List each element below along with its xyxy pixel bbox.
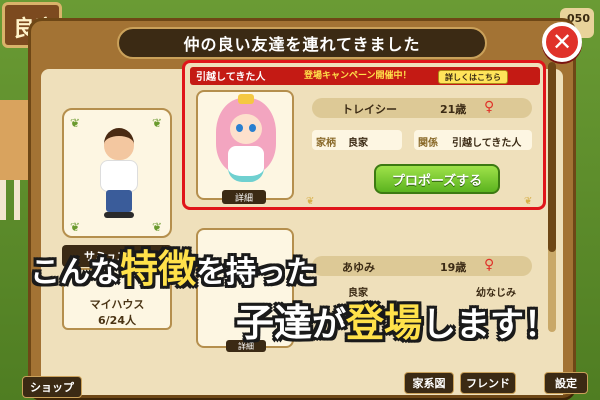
- promo-line-1: こんな特徴を持った: [30, 238, 316, 293]
- friend-avatar: [96, 128, 142, 220]
- candidate-name-pill: トレイシー 21歳 ♀: [312, 98, 532, 118]
- campaign-details-button[interactable]: 詳しくはこちら: [438, 70, 508, 84]
- candidate-2-age: 19歳: [440, 261, 467, 274]
- leaf-icon: ❦: [70, 116, 81, 130]
- promo-text: が: [312, 305, 347, 345]
- promo-text: を持った: [196, 255, 317, 290]
- candidate-2-name: あゆみ: [342, 261, 375, 274]
- propose-button[interactable]: プロポーズする: [374, 164, 500, 194]
- friend-count: 6/24人: [98, 314, 136, 327]
- candidate-name: トレイシー: [342, 103, 397, 116]
- campaign-notice: 登場キャンペーン開催中！: [304, 71, 412, 81]
- female-icon: ♀: [484, 99, 495, 115]
- leaf-icon: ❦: [152, 220, 163, 234]
- relation-key: 関係: [418, 138, 438, 149]
- candidate-portrait[interactable]: [196, 90, 294, 200]
- leaf-icon: ❦: [70, 220, 81, 234]
- relation-value: 引越してきた人: [452, 138, 522, 149]
- leaf-icon: ❦: [306, 196, 315, 207]
- family-key: 家柄: [316, 138, 336, 149]
- close-button[interactable]: ✕: [542, 22, 582, 62]
- leaf-icon: ❦: [524, 196, 533, 207]
- nav-settings-button[interactable]: 設定: [544, 372, 588, 394]
- promo-text: します！: [422, 305, 559, 345]
- friend-house-label: マイハウス: [89, 298, 145, 311]
- promo-highlight: 特徴: [120, 247, 197, 291]
- candidate-family-field: 家柄 良家: [312, 130, 402, 150]
- leaf-icon: ❦: [152, 116, 163, 130]
- list-scroll-thumb[interactable]: [548, 62, 556, 252]
- candidate-avatar: [216, 94, 276, 184]
- candidate-detail-button[interactable]: 詳細: [222, 190, 266, 204]
- friend-portrait-card: ❦ ❦ ❦ ❦: [62, 108, 172, 238]
- promo-line-2: 子達が登場します！: [236, 292, 558, 347]
- family-value: 良家: [348, 138, 368, 149]
- promo-text: 子達: [236, 301, 313, 345]
- candidate-tag: 引越してきた人: [196, 72, 266, 83]
- nav-friend-button[interactable]: フレンド: [460, 372, 516, 394]
- female-icon: ♀: [484, 257, 495, 273]
- close-icon: ✕: [551, 28, 573, 56]
- dialog-title: 仲の良い友達を連れてきました: [117, 27, 487, 59]
- promo-text: こんな: [30, 255, 120, 290]
- candidate-relation-field: 関係 引越してきた人: [414, 130, 532, 150]
- nav-family-tree-button[interactable]: 家系図: [404, 372, 454, 394]
- nav-shop-button[interactable]: ショップ: [22, 376, 82, 398]
- candidate-2-name-pill: あゆみ 19歳 ♀: [312, 256, 532, 276]
- candidate-age: 21歳: [440, 103, 467, 116]
- promo-highlight: 登場: [346, 301, 423, 345]
